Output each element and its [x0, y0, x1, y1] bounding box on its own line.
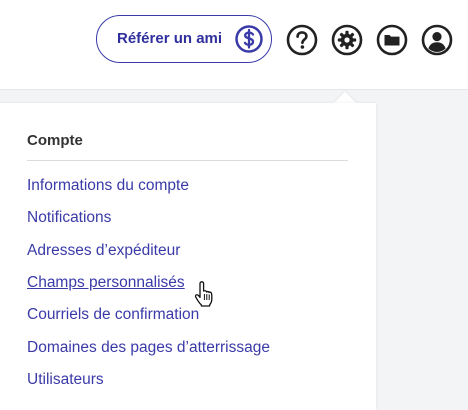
hand-pointer-cursor-icon [194, 281, 213, 307]
section-divider [27, 160, 348, 161]
menu-item-landing-page-domains[interactable]: Domaines des pages d’atterrissage [27, 339, 270, 357]
help-icon[interactable] [286, 24, 318, 56]
account-icon[interactable] [421, 24, 453, 56]
menu-item-sender-addresses[interactable]: Adresses d’expéditeur [27, 242, 180, 260]
menu-item-notifications[interactable]: Notifications [27, 209, 111, 227]
refer-friend-label: Référer un ami [117, 30, 223, 47]
top-header: Référer un ami [0, 0, 468, 90]
menu-item-account-info[interactable]: Informations du compte [27, 177, 189, 195]
menu-item-users[interactable]: Utilisateurs [27, 371, 104, 389]
menu-item-confirmation-emails[interactable]: Courriels de confirmation [27, 306, 199, 324]
settings-icon[interactable] [331, 24, 363, 56]
section-title-compte: Compte [27, 132, 83, 149]
dollar-icon [235, 25, 263, 53]
folder-icon[interactable] [376, 24, 408, 56]
menu-item-custom-fields[interactable]: Champs personnalisés [27, 274, 185, 292]
refer-friend-button[interactable]: Référer un ami [96, 15, 272, 63]
